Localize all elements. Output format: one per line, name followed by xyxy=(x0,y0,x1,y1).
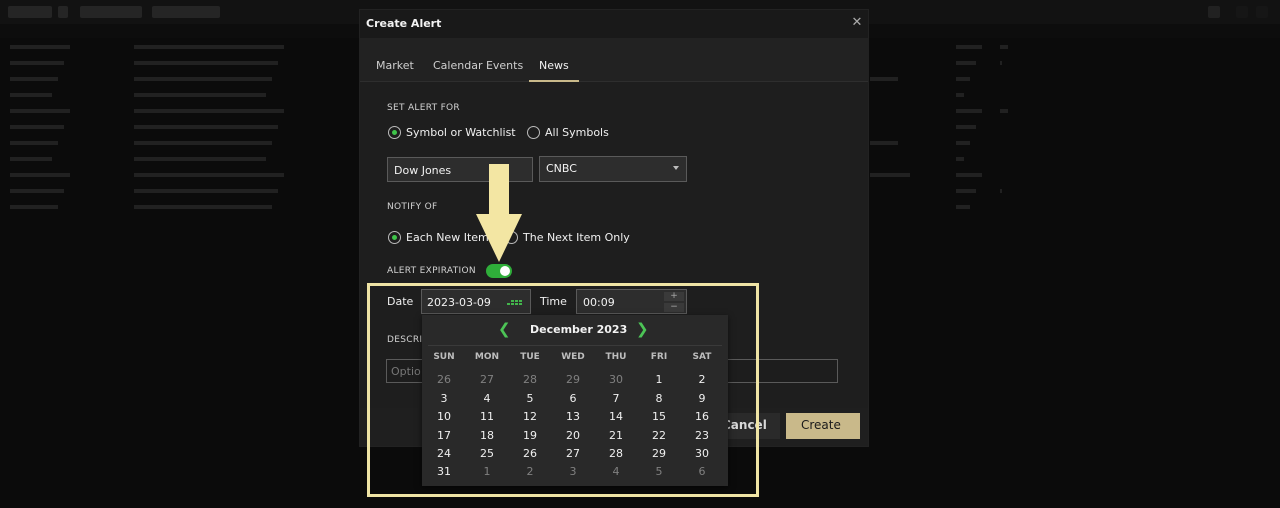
alert-type-tabs: Market Calendar Events News xyxy=(360,38,868,82)
tab-calendar-events[interactable]: Calendar Events xyxy=(433,59,523,72)
tab-market[interactable]: Market xyxy=(376,59,414,72)
alert-expiration-label: ALERT EXPIRATION xyxy=(387,266,476,276)
news-source-value: CNBC xyxy=(546,162,577,175)
down-arrow-icon xyxy=(476,164,522,262)
radio-symbol-or-watchlist[interactable] xyxy=(388,126,401,139)
radio-symbol-or-watchlist-label: Symbol or Watchlist xyxy=(406,126,516,139)
notify-of-label: NOTIFY OF xyxy=(387,202,438,212)
chevron-down-icon xyxy=(673,166,679,170)
set-alert-for-label: SET ALERT FOR xyxy=(387,103,460,113)
close-icon[interactable]: ✕ xyxy=(850,16,864,30)
highlight-box xyxy=(367,283,759,497)
dialog-title: Create Alert xyxy=(366,17,442,30)
dialog-header: Create Alert ✕ xyxy=(360,10,868,38)
screen: Create Alert ✕ Market Calendar Events Ne… xyxy=(0,0,1280,508)
radio-all-symbols[interactable] xyxy=(527,126,540,139)
radio-each-new-item[interactable] xyxy=(388,231,401,244)
symbol-input-value: Dow Jones xyxy=(394,164,452,177)
create-button[interactable]: Create xyxy=(786,413,860,439)
radio-next-item-only-label: The Next Item Only xyxy=(523,231,630,244)
create-button-label: Create xyxy=(801,418,841,432)
tab-news[interactable]: News xyxy=(539,59,569,72)
alert-expiration-toggle[interactable] xyxy=(486,264,512,278)
news-source-select[interactable]: CNBC xyxy=(539,156,687,182)
radio-all-symbols-label: All Symbols xyxy=(545,126,609,139)
